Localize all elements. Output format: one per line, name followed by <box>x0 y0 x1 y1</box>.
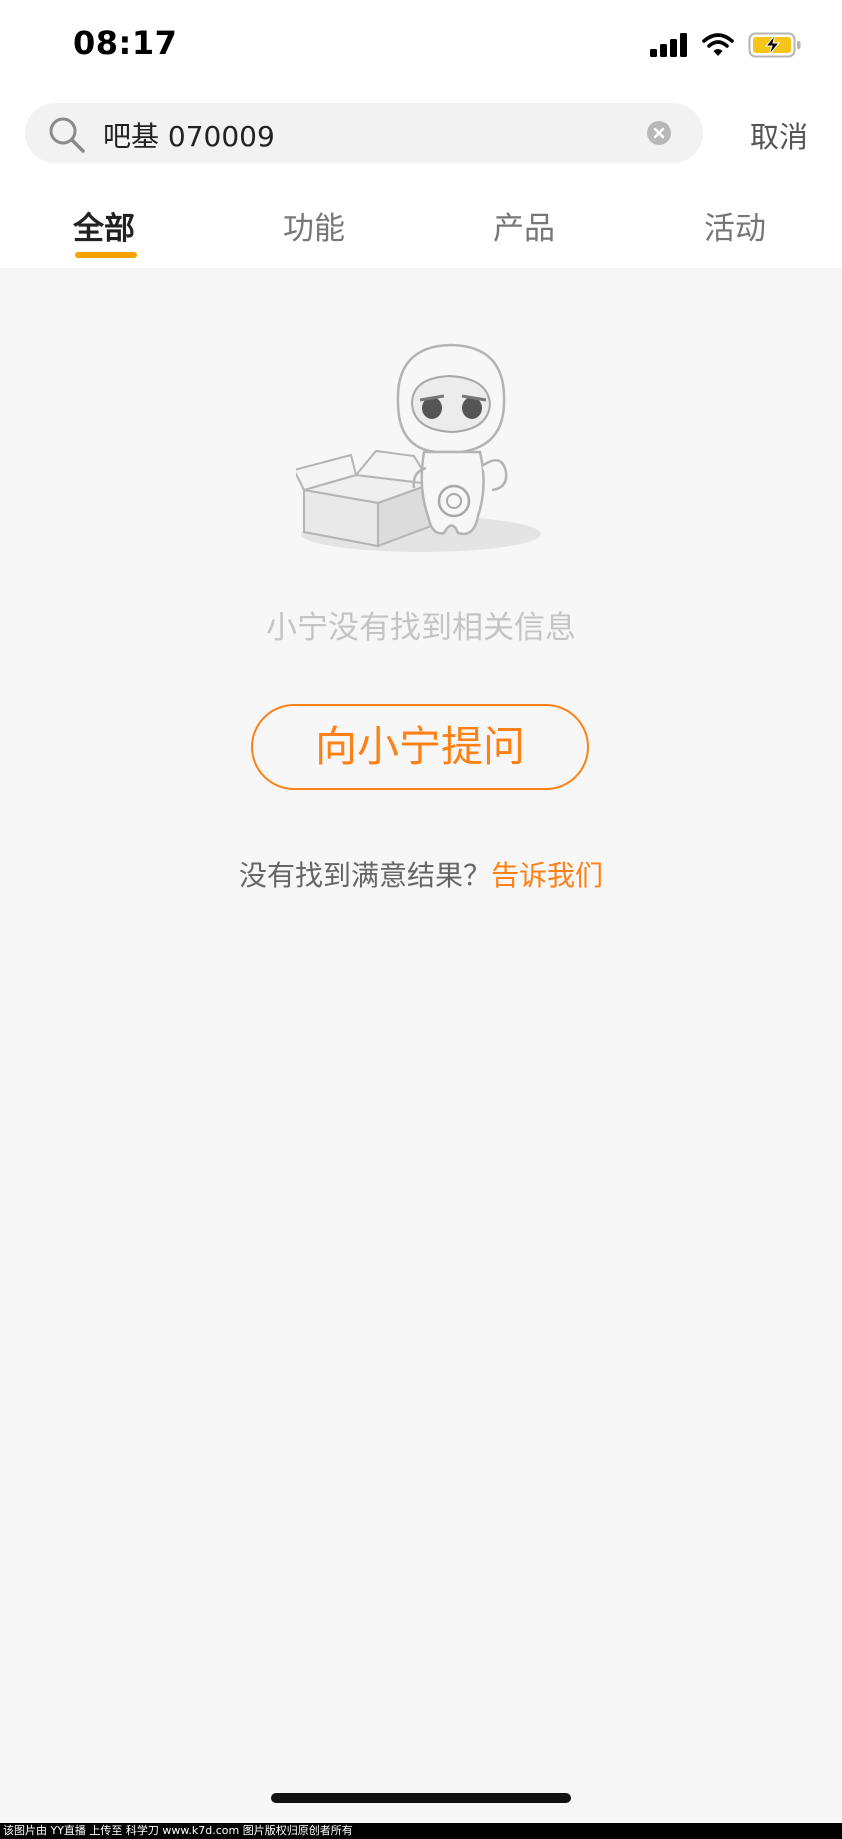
home-indicator[interactable] <box>271 1793 571 1803</box>
header-area: 08:17 吧基 070009 取消 全部 功能 产品 活动 <box>0 0 842 268</box>
tell-us-link[interactable]: 告诉我们 <box>491 859 603 892</box>
watermark-bar: 该图片由 YY直播 上传至 科学刀 www.k7d.com 图片版权归原创者所有 <box>0 1823 842 1839</box>
search-input[interactable]: 吧基 070009 <box>103 115 275 155</box>
ask-xiaoning-button[interactable]: 向小宁提问 <box>251 704 589 790</box>
cancel-button[interactable]: 取消 <box>750 114 808 156</box>
battery-charging-icon <box>748 32 801 58</box>
active-tab-indicator <box>75 252 137 258</box>
empty-message: 小宁没有找到相关信息 <box>266 610 576 646</box>
tab-activities[interactable]: 活动 <box>704 203 766 248</box>
status-icons <box>650 30 802 60</box>
feedback-prompt: 没有找到满意结果？ <box>238 859 491 892</box>
feedback-row: 没有找到满意结果？告诉我们 <box>0 854 842 894</box>
clear-icon[interactable] <box>647 121 671 145</box>
wifi-icon <box>702 33 734 56</box>
signal-icon <box>650 33 687 57</box>
status-time: 08:17 <box>73 24 178 62</box>
tab-products[interactable]: 产品 <box>493 203 555 248</box>
search-bar[interactable]: 吧基 070009 <box>25 103 703 163</box>
robot-with-empty-box-illustration <box>296 343 541 552</box>
search-icon <box>49 117 85 153</box>
tab-features[interactable]: 功能 <box>283 203 345 248</box>
tab-all[interactable]: 全部 <box>73 203 135 248</box>
